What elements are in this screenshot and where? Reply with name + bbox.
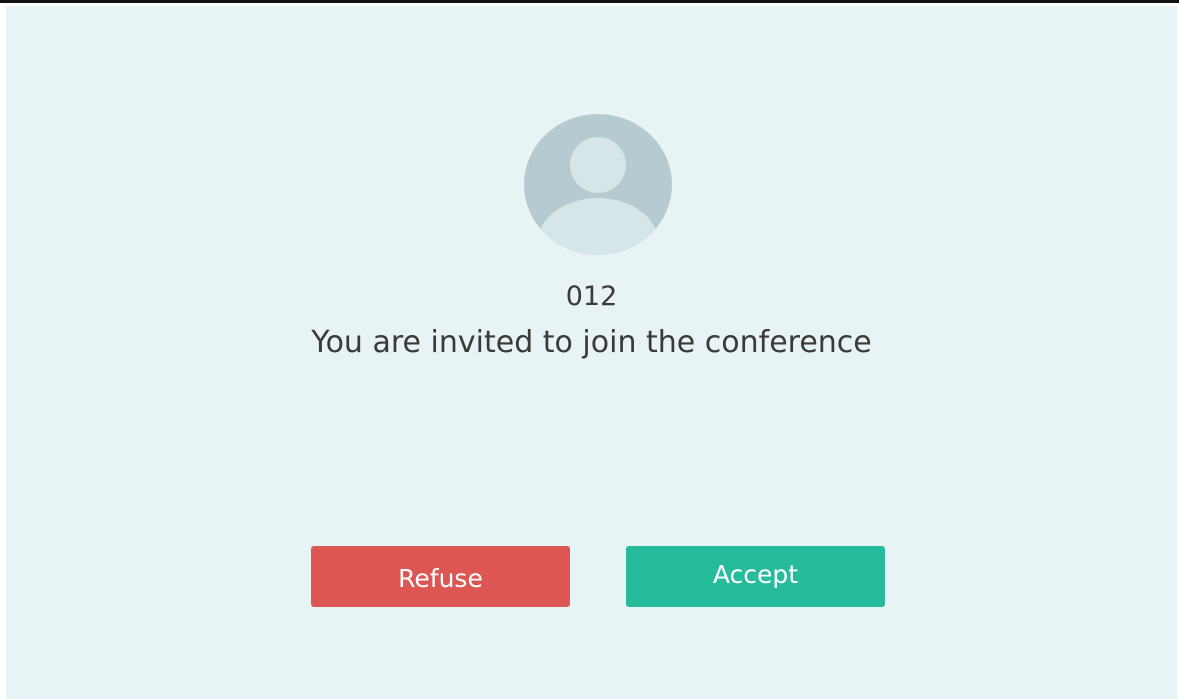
incoming-call-screen: 012 You are invited to join the conferen… — [6, 6, 1177, 699]
user-avatar-icon — [538, 137, 658, 255]
avatar — [524, 114, 672, 255]
invitation-message: You are invited to join the conference — [311, 325, 872, 360]
accept-button[interactable]: Accept — [626, 546, 885, 607]
caller-id: 012 — [565, 281, 618, 312]
refuse-button[interactable]: Refuse — [311, 546, 570, 607]
top-border — [0, 0, 1179, 3]
